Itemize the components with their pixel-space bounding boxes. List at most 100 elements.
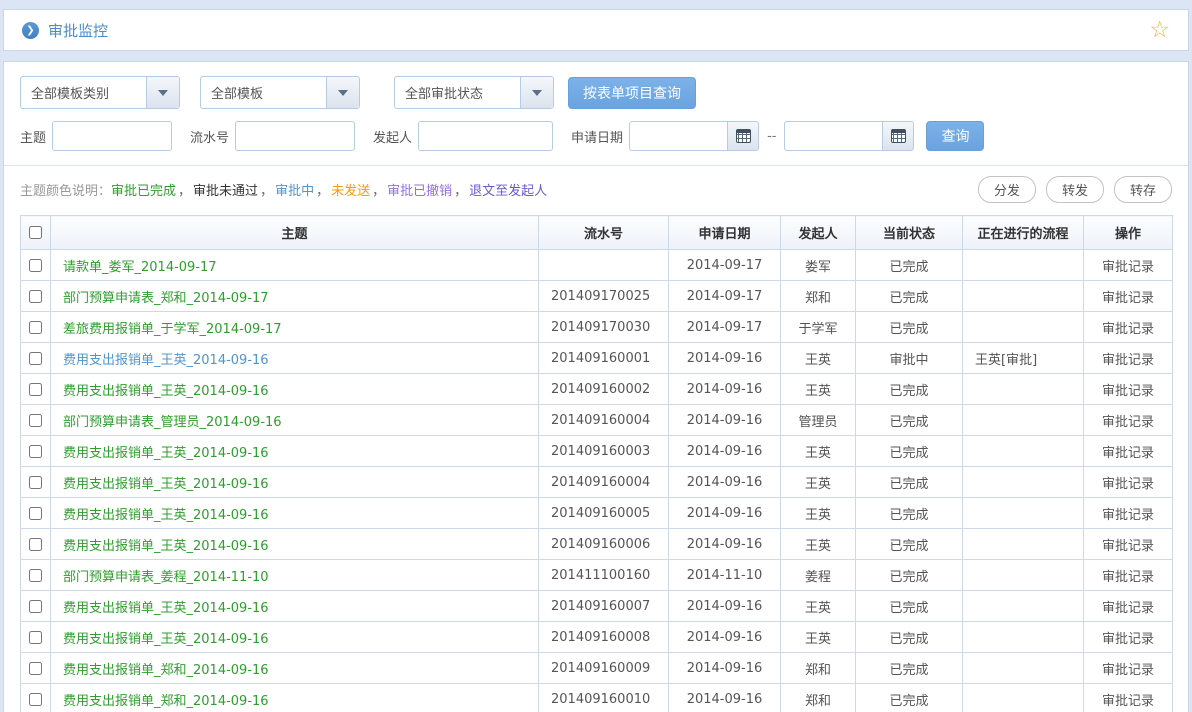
filter-row-inputs: 主题 流水号 发起人 申请日期 -- 查询 xyxy=(20,121,1172,165)
row-checkbox[interactable] xyxy=(29,290,42,303)
row-checkbox[interactable] xyxy=(29,414,42,427)
operation-cell: 审批记录 xyxy=(1084,560,1173,591)
subject-link[interactable]: 差旅费用报销单_于学军_2014-09-17 xyxy=(63,322,282,337)
subject-link[interactable]: 费用支出报销单_王英_2014-09-16 xyxy=(63,632,269,647)
approval-record-link[interactable]: 审批记录 xyxy=(1102,477,1154,492)
distribute-button[interactable]: 分发 xyxy=(978,176,1036,203)
approval-record-link[interactable]: 审批记录 xyxy=(1102,508,1154,523)
subject-cell: 费用支出报销单_王英_2014-09-16 xyxy=(51,343,539,374)
row-select-cell xyxy=(21,622,51,653)
select-all-checkbox[interactable] xyxy=(29,226,42,239)
subject-cell: 请款单_娄军_2014-09-17 xyxy=(51,250,539,281)
initiator-cell: 王英 xyxy=(781,467,856,498)
serial-cell: 201409160002 xyxy=(539,374,669,405)
approval-record-link[interactable]: 审批记录 xyxy=(1102,353,1154,368)
table-row: 部门预算申请表_郑和_2014-09-172014091700252014-09… xyxy=(21,281,1173,312)
approval-record-link[interactable]: 审批记录 xyxy=(1102,291,1154,306)
approval-record-link[interactable]: 审批记录 xyxy=(1102,384,1154,399)
row-checkbox[interactable] xyxy=(29,321,42,334)
calendar-icon[interactable] xyxy=(882,121,914,151)
query-button[interactable]: 查询 xyxy=(926,121,984,151)
subject-cell: 费用支出报销单_郑和_2014-09-16 xyxy=(51,684,539,712)
row-checkbox[interactable] xyxy=(29,445,42,458)
approval-status-select[interactable]: 全部审批状态 xyxy=(394,76,554,109)
process-cell xyxy=(963,560,1084,591)
approval-record-link[interactable]: 审批记录 xyxy=(1102,694,1154,709)
row-select-cell xyxy=(21,343,51,374)
status-cell: 已完成 xyxy=(856,498,963,529)
approval-record-link[interactable]: 审批记录 xyxy=(1102,601,1154,616)
row-checkbox[interactable] xyxy=(29,693,42,706)
initiator-cell: 郑和 xyxy=(781,653,856,684)
legend-separator: ， xyxy=(454,184,467,199)
operation-cell: 审批记录 xyxy=(1084,343,1173,374)
subject-link[interactable]: 费用支出报销单_王英_2014-09-16 xyxy=(63,477,269,492)
approval-record-link[interactable]: 审批记录 xyxy=(1102,632,1154,647)
status-cell: 已完成 xyxy=(856,374,963,405)
serial-input[interactable] xyxy=(235,121,355,151)
initiator-cell: 娄军 xyxy=(781,250,856,281)
subject-link[interactable]: 费用支出报销单_郑和_2014-09-16 xyxy=(63,694,269,709)
table-row: 费用支出报销单_王英_2014-09-162014091600052014-09… xyxy=(21,498,1173,529)
favorite-star-icon[interactable]: ☆ xyxy=(1149,19,1170,42)
operation-cell: 审批记录 xyxy=(1084,405,1173,436)
status-cell: 已完成 xyxy=(856,560,963,591)
row-checkbox[interactable] xyxy=(29,662,42,675)
template-select[interactable]: 全部模板 xyxy=(200,76,360,109)
status-cell: 已完成 xyxy=(856,250,963,281)
approval-record-link[interactable]: 审批记录 xyxy=(1102,570,1154,585)
date-cell: 2014-09-16 xyxy=(669,343,781,374)
template-category-select[interactable]: 全部模板类别 xyxy=(20,76,180,109)
chevron-down-icon[interactable] xyxy=(326,77,359,108)
row-checkbox[interactable] xyxy=(29,476,42,489)
chevron-down-icon[interactable] xyxy=(520,77,553,108)
subject-link[interactable]: 部门预算申请表_管理员_2014-09-16 xyxy=(63,415,282,430)
serial-cell: 201411100160 xyxy=(539,560,669,591)
subject-link[interactable]: 部门预算申请表_郑和_2014-09-17 xyxy=(63,291,269,306)
approval-record-link[interactable]: 审批记录 xyxy=(1102,415,1154,430)
date-cell: 2014-09-17 xyxy=(669,281,781,312)
subject-link[interactable]: 费用支出报销单_王英_2014-09-16 xyxy=(63,446,269,461)
subject-link[interactable]: 费用支出报销单_王英_2014-09-16 xyxy=(63,539,269,554)
approval-record-link[interactable]: 审批记录 xyxy=(1102,260,1154,275)
subject-link[interactable]: 费用支出报销单_郑和_2014-09-16 xyxy=(63,663,269,678)
row-checkbox[interactable] xyxy=(29,383,42,396)
legend-separator: ， xyxy=(260,184,273,199)
row-checkbox[interactable] xyxy=(29,507,42,520)
row-checkbox[interactable] xyxy=(29,259,42,272)
subject-link[interactable]: 部门预算申请表_姜程_2014-11-10 xyxy=(63,570,269,585)
transfer-save-button[interactable]: 转存 xyxy=(1114,176,1172,203)
initiator-input[interactable] xyxy=(418,121,553,151)
subject-link[interactable]: 费用支出报销单_王英_2014-09-16 xyxy=(63,508,269,523)
table-header-row: 主题 流水号 申请日期 发起人 当前状态 正在进行的流程 操作 xyxy=(21,216,1173,250)
subject-input[interactable] xyxy=(52,121,172,151)
forward-button[interactable]: 转发 xyxy=(1046,176,1104,203)
operation-cell: 审批记录 xyxy=(1084,467,1173,498)
subject-link[interactable]: 费用支出报销单_王英_2014-09-16 xyxy=(63,384,269,399)
subject-link[interactable]: 费用支出报销单_王英_2014-09-16 xyxy=(63,353,269,368)
col-date: 申请日期 xyxy=(669,216,781,250)
serial-cell: 201409160001 xyxy=(539,343,669,374)
form-item-query-button[interactable]: 按表单项目查询 xyxy=(568,77,696,109)
calendar-icon[interactable] xyxy=(727,121,759,151)
row-checkbox[interactable] xyxy=(29,538,42,551)
col-subject: 主题 xyxy=(51,216,539,250)
approval-record-link[interactable]: 审批记录 xyxy=(1102,446,1154,461)
chevron-down-icon[interactable] xyxy=(146,77,179,108)
subject-link[interactable]: 费用支出报销单_王英_2014-09-16 xyxy=(63,601,269,616)
approval-record-link[interactable]: 审批记录 xyxy=(1102,322,1154,337)
subject-link[interactable]: 请款单_娄军_2014-09-17 xyxy=(63,260,217,275)
row-checkbox[interactable] xyxy=(29,569,42,582)
legend-item: 审批已完成 xyxy=(111,184,176,199)
row-select-cell xyxy=(21,467,51,498)
table-body: 请款单_娄军_2014-09-172014-09-17娄军已完成审批记录部门预算… xyxy=(21,250,1173,712)
approval-record-link[interactable]: 审批记录 xyxy=(1102,539,1154,554)
date-from-input[interactable] xyxy=(629,121,727,151)
row-checkbox[interactable] xyxy=(29,631,42,644)
date-to-input[interactable] xyxy=(784,121,882,151)
row-checkbox[interactable] xyxy=(29,352,42,365)
initiator-cell: 于学军 xyxy=(781,312,856,343)
col-process: 正在进行的流程 xyxy=(963,216,1084,250)
approval-record-link[interactable]: 审批记录 xyxy=(1102,663,1154,678)
row-checkbox[interactable] xyxy=(29,600,42,613)
